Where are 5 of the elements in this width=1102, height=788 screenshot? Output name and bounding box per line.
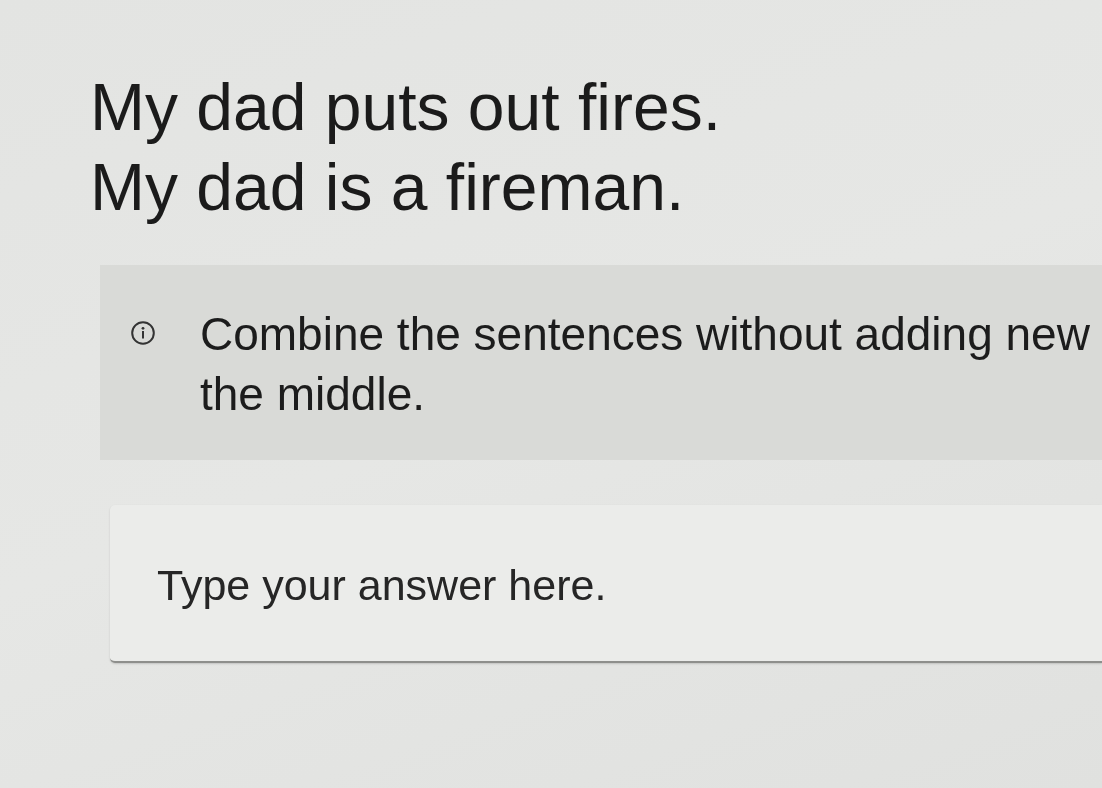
prompt-sentence: My dad puts out fires. [90,69,721,146]
prompt-sentence: My dad is a fireman. [90,149,685,226]
answer-box[interactable]: Type your answer here. [110,505,1102,663]
hint-text: Combine the sentences without adding new the middle. [200,307,1090,422]
info-icon [131,321,155,345]
